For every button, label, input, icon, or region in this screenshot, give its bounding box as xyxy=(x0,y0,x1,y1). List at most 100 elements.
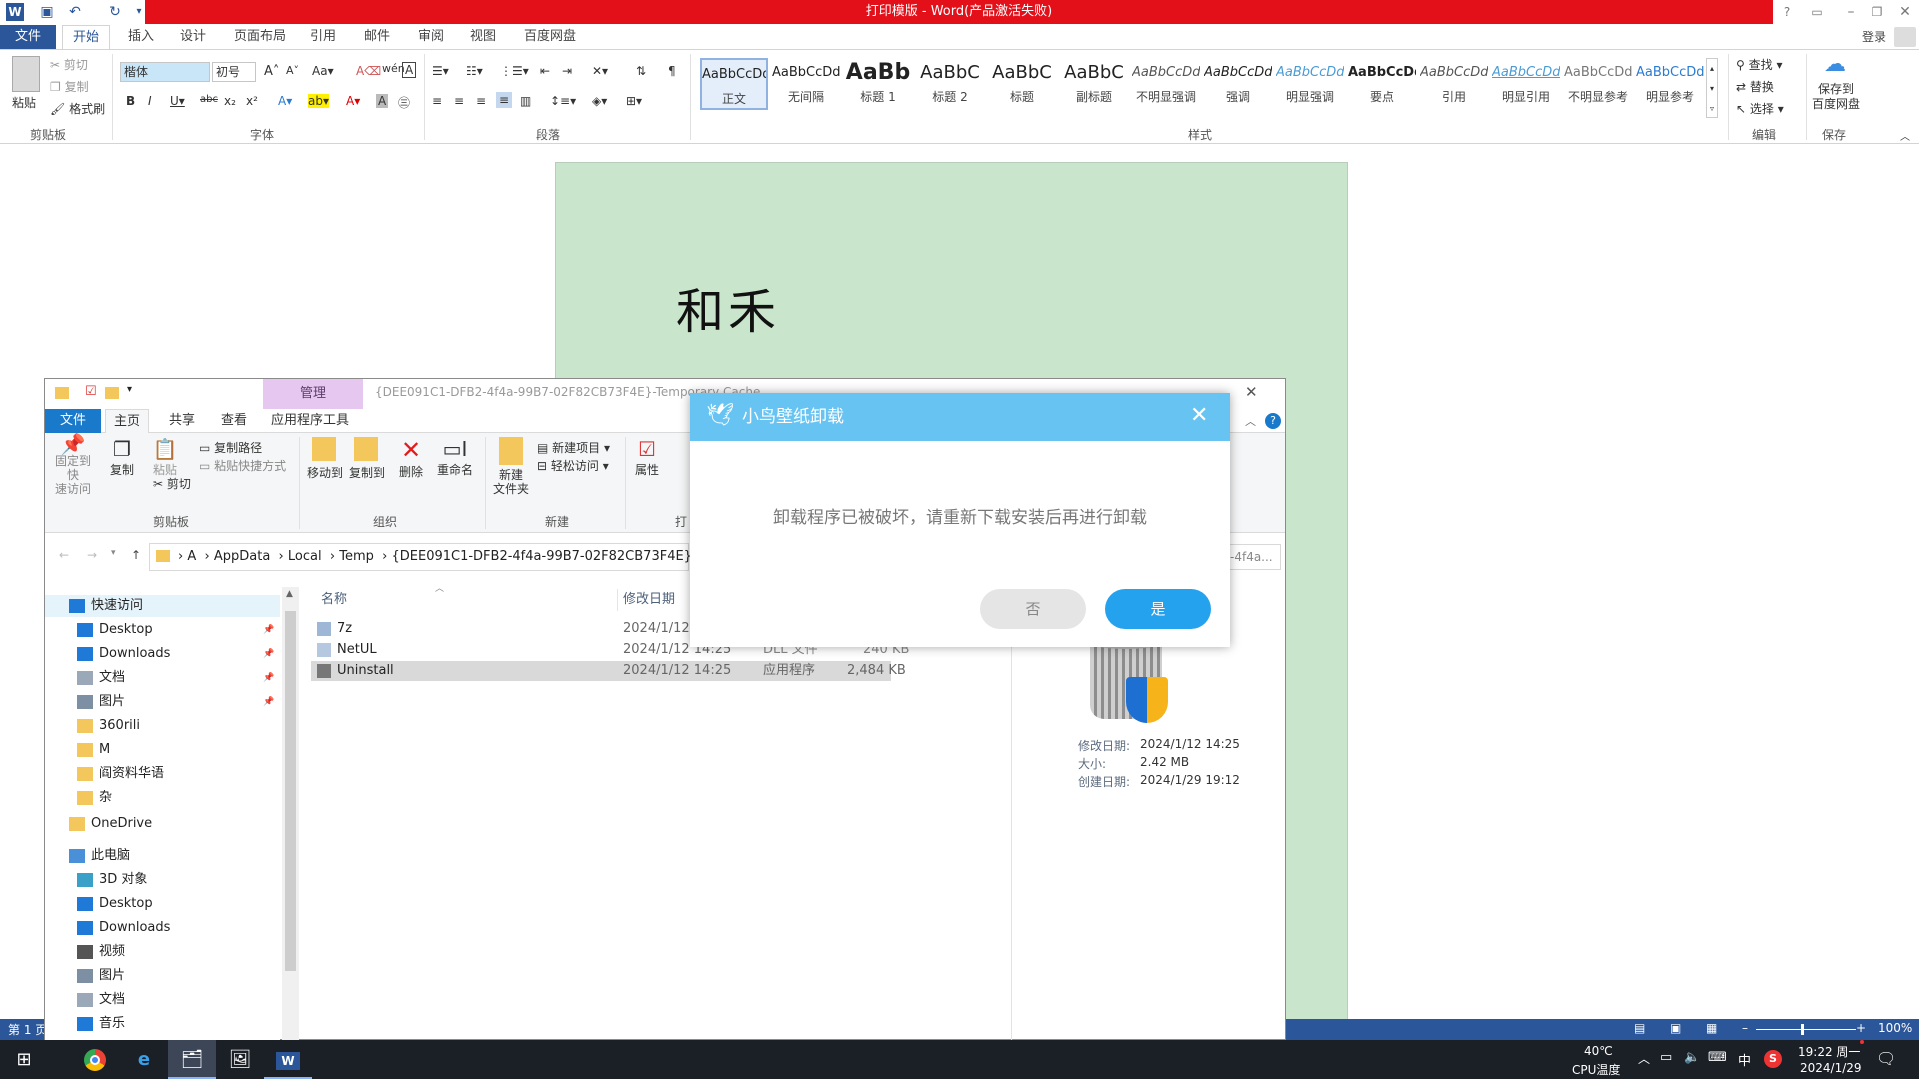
copy-button[interactable]: ❐ 复制 xyxy=(50,78,89,95)
nav-item[interactable]: 文档 📌 xyxy=(45,667,280,689)
style-item[interactable]: AaBbCcDd 明显强调 xyxy=(1276,58,1344,110)
tab-home[interactable]: 开始 xyxy=(62,25,111,49)
font-size-select[interactable]: 初号 xyxy=(212,62,256,82)
web-layout-icon[interactable]: ▦ xyxy=(1706,1021,1717,1035)
tab-mailings[interactable]: 邮件 xyxy=(354,25,400,49)
restore-icon[interactable]: ❐ xyxy=(1868,3,1886,21)
crumb-current[interactable]: {DEE091C1-DFB2-4f4a-99B7-02F82CB73F4E}-T… xyxy=(391,549,709,564)
file-row-selected[interactable]: Uninstall 2024/1/12 14:25 应用程序 2,484 KB xyxy=(311,661,906,681)
chinese-layout-icon[interactable]: ✕▾ xyxy=(592,64,608,78)
manage-context-tab[interactable]: 管理 xyxy=(263,379,363,409)
nav-item[interactable]: 快速访问 xyxy=(45,595,280,617)
tab-insert[interactable]: 插入 xyxy=(118,25,164,49)
show-marks-icon[interactable]: ¶ xyxy=(668,64,676,78)
forward-icon[interactable]: → xyxy=(87,548,97,562)
justify-icon[interactable]: ≡ xyxy=(496,92,513,108)
clear-format-icon[interactable]: A⌫ xyxy=(356,64,381,78)
show-hidden-icons[interactable]: ︿ xyxy=(1638,1050,1650,1067)
nav-item[interactable]: 360rili xyxy=(45,715,280,737)
document-text[interactable]: 和禾 xyxy=(676,272,780,342)
replace-button[interactable]: ⇄ 替换 xyxy=(1736,78,1774,95)
help-icon[interactable]: ? xyxy=(1265,413,1281,429)
expand-ribbon-icon[interactable]: ︿ xyxy=(1245,413,1256,429)
save-to-netdisk-button[interactable]: 保存到 百度网盘 xyxy=(1806,82,1866,112)
underline-icon[interactable]: U▾ xyxy=(170,94,185,108)
new-item-button[interactable]: ▤ 新建项目 ▾ xyxy=(537,439,610,456)
style-item[interactable]: AaBbC 副标题 xyxy=(1060,58,1128,110)
style-item[interactable]: AaBbCcDd 正文 xyxy=(700,58,768,110)
nav-item[interactable]: Desktop 📌 xyxy=(45,619,280,641)
scroll-thumb[interactable] xyxy=(285,611,296,971)
no-button[interactable]: 否 xyxy=(980,589,1086,629)
delete-button[interactable]: ✕ 删除 xyxy=(397,437,425,480)
address-box[interactable]: › A › AppData › Local › Temp › {DEE091C1… xyxy=(149,543,709,571)
scroll-up-icon[interactable]: ▲ xyxy=(286,589,293,599)
help-icon[interactable]: ? xyxy=(1778,3,1796,21)
volume-icon[interactable]: 🔈 xyxy=(1684,1050,1700,1065)
align-right-icon[interactable]: ≡ xyxy=(476,94,486,108)
start-windows-icon[interactable]: ⊞ xyxy=(0,1040,48,1079)
nav-item[interactable]: Desktop xyxy=(45,893,280,915)
explorer-tab-app-tools[interactable]: 应用程序工具 xyxy=(271,409,349,433)
tab-references[interactable]: 引用 xyxy=(300,25,346,49)
highlight-icon[interactable]: ab▾ xyxy=(308,94,329,108)
properties-button[interactable]: ☑ 属性 xyxy=(633,437,661,478)
nav-item[interactable]: 图片 📌 xyxy=(45,691,280,713)
multilevel-list-icon[interactable]: ⋮☰▾ xyxy=(500,64,529,78)
word-taskbar-icon[interactable]: W xyxy=(264,1040,312,1079)
nav-item[interactable]: OneDrive xyxy=(45,813,280,835)
column-name[interactable]: 名称 xyxy=(321,587,347,613)
action-center-icon[interactable]: 🗨 xyxy=(1876,1049,1896,1068)
sogou-ime-icon[interactable]: S xyxy=(1764,1050,1782,1068)
decrease-indent-icon[interactable]: ⇤ xyxy=(540,64,550,78)
baidu-cloud-icon[interactable]: ☁ xyxy=(1820,52,1850,78)
crumb-temp[interactable]: Temp xyxy=(339,549,374,564)
explorer-tab-share[interactable]: 共享 xyxy=(169,409,195,433)
recent-dropdown-icon[interactable]: ▾ xyxy=(111,548,116,558)
word-app-icon[interactable]: W xyxy=(6,3,24,21)
nav-item[interactable]: Downloads 📌 xyxy=(45,643,280,665)
style-item[interactable]: AaBbC 标题 2 xyxy=(916,58,984,110)
zoom-level[interactable]: 100% xyxy=(1878,1021,1912,1035)
zoom-slider[interactable] xyxy=(1756,1029,1856,1030)
change-case-icon[interactable]: Aa▾ xyxy=(312,64,334,78)
redo-icon[interactable]: ↻ xyxy=(106,3,124,21)
app-taskbar-icon[interactable]: 🖼 xyxy=(216,1040,264,1079)
undo-icon[interactable]: ↶ xyxy=(66,3,84,21)
copy-path-button[interactable]: ▭ 复制路径 xyxy=(199,439,262,456)
tab-file[interactable]: 文件 xyxy=(0,25,56,49)
font-name-select[interactable]: 楷体 xyxy=(120,62,210,82)
paste-icon[interactable] xyxy=(12,56,40,92)
ime-indicator[interactable]: 中 xyxy=(1738,1050,1751,1069)
dialog-close-icon[interactable]: ✕ xyxy=(1190,403,1208,429)
format-painter-button[interactable]: 🖌 格式刷 xyxy=(50,100,105,117)
collapse-ribbon-icon[interactable]: ︿ xyxy=(1900,128,1910,143)
crumb-a[interactable]: A xyxy=(187,549,196,564)
style-item[interactable]: AaBbCcDd 不明显参考 xyxy=(1564,58,1632,110)
explorer-tab-view[interactable]: 查看 xyxy=(221,409,247,433)
copy-button[interactable]: ❐ 复制 xyxy=(109,437,135,478)
style-item[interactable]: AaBbCcDd 无间隔 xyxy=(772,58,840,110)
bullets-icon[interactable]: ☰▾ xyxy=(432,64,449,78)
char-shading-icon[interactable]: A xyxy=(376,94,389,108)
style-item[interactable]: AaBbCcDd 强调 xyxy=(1204,58,1272,110)
chrome-icon[interactable] xyxy=(70,1040,118,1079)
strikethrough-icon[interactable]: abc xyxy=(200,94,218,105)
style-item[interactable]: AaBbCcDd 引用 xyxy=(1420,58,1488,110)
nav-item[interactable]: 阎资料华语 xyxy=(45,763,280,785)
explorer-taskbar-icon[interactable]: 🗂 xyxy=(168,1040,216,1079)
crumb-appdata[interactable]: AppData xyxy=(214,549,270,564)
cut-button[interactable]: ✂ 剪切 xyxy=(50,56,88,73)
new-folder-qat-icon[interactable] xyxy=(105,387,119,399)
crumb-local[interactable]: Local xyxy=(288,549,322,564)
nav-item[interactable]: Downloads xyxy=(45,917,280,939)
shrink-font-icon[interactable]: A˅ xyxy=(286,64,299,77)
select-button[interactable]: ↖ 选择 ▾ xyxy=(1736,100,1784,117)
distributed-icon[interactable]: ▥ xyxy=(520,94,531,108)
superscript-icon[interactable]: x² xyxy=(246,94,258,108)
subscript-icon[interactable]: x₂ xyxy=(224,94,236,108)
column-date[interactable]: 修改日期 xyxy=(623,587,675,613)
clock-date[interactable]: 2024/1/29 xyxy=(1800,1061,1862,1075)
ie-icon[interactable]: e xyxy=(120,1040,168,1079)
numbering-icon[interactable]: ☷▾ xyxy=(466,64,483,78)
